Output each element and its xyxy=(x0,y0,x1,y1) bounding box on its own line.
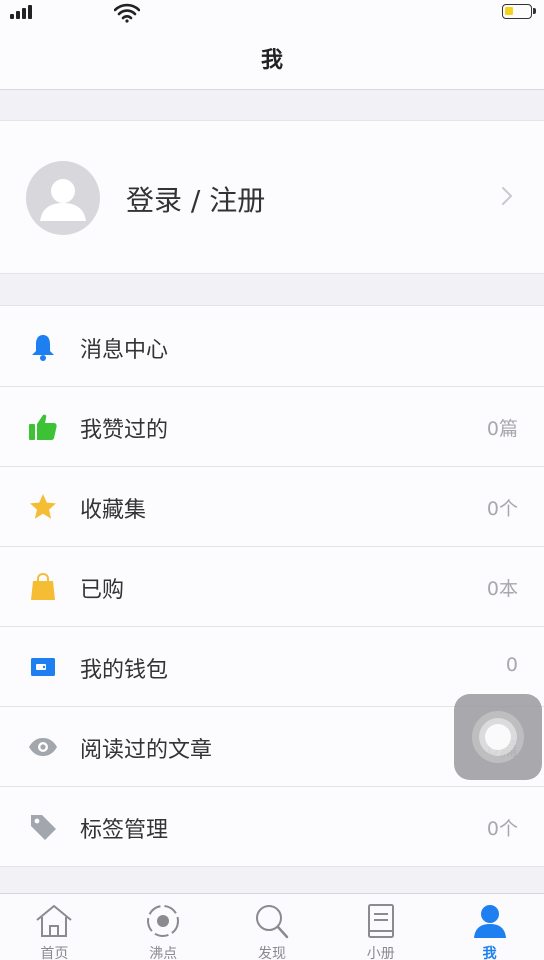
menu-item-liked[interactable]: 我赞过的 0篇 xyxy=(0,386,544,466)
star-icon xyxy=(30,494,56,519)
wifi-icon xyxy=(114,3,140,23)
tab-pins[interactable]: 沸点 xyxy=(109,894,218,960)
menu-item-tags[interactable]: 标签管理 0个 xyxy=(0,786,544,866)
menu-item-label: 已购 xyxy=(80,578,125,603)
status-bar xyxy=(0,0,544,26)
tab-me[interactable]: 我 xyxy=(435,894,544,960)
wallet-icon xyxy=(31,658,55,676)
menu-item-collections[interactable]: 收藏集 0个 xyxy=(0,466,544,546)
tab-discover[interactable]: 发现 xyxy=(218,894,327,960)
tab-label: 沸点 xyxy=(149,946,178,960)
menu-item-label: 我赞过的 xyxy=(80,418,169,443)
nav-bar: 我 xyxy=(0,26,544,90)
battery-icon xyxy=(502,4,536,19)
home-icon xyxy=(36,905,73,937)
tab-label: 发现 xyxy=(257,946,286,960)
menu-item-wallet[interactable]: 我的钱包 0 xyxy=(0,626,544,706)
login-row[interactable]: 登录 / 注册 xyxy=(0,120,544,274)
menu-item-value: 0篇 xyxy=(486,418,518,440)
eye-icon xyxy=(29,738,57,756)
tab-label: 我 xyxy=(482,946,497,960)
assistive-touch-button[interactable] xyxy=(454,694,542,780)
tab-label: 首页 xyxy=(40,946,69,960)
tag-icon xyxy=(31,815,56,840)
menu-item-purchased[interactable]: 已购 0本 xyxy=(0,546,544,626)
menu-item-value: 0个 xyxy=(486,818,518,840)
menu-item-label: 消息中心 xyxy=(80,338,169,363)
tab-home[interactable]: 首页 xyxy=(0,894,109,960)
menu-item-messages[interactable]: 消息中心 xyxy=(0,306,544,386)
menu-item-label: 收藏集 xyxy=(80,498,147,523)
login-register-label: 登录 / 注册 xyxy=(126,184,266,217)
menu-item-value: 0本 xyxy=(486,578,518,600)
book-icon xyxy=(367,904,394,938)
avatar-placeholder-icon xyxy=(26,161,100,235)
pins-icon xyxy=(147,905,180,937)
menu-item-value: 0个 xyxy=(486,498,518,520)
menu-item-label: 我的钱包 xyxy=(80,658,169,683)
signal-icon xyxy=(10,5,36,19)
menu-item-label: 阅读过的文章 xyxy=(80,738,213,763)
menu-list: 消息中心 我赞过的 0篇 收藏集 0个 已购 0本 我的钱包 0 阅读过的文章 … xyxy=(0,305,544,867)
tab-booklet[interactable]: 小册 xyxy=(326,894,435,960)
chevron-right-icon xyxy=(502,187,513,205)
person-icon xyxy=(473,905,506,938)
menu-item-value: 0 xyxy=(505,654,518,676)
shopping-bag-icon xyxy=(31,572,55,600)
tab-bar: 首页 沸点 发现 小册 我 xyxy=(0,893,544,960)
search-icon xyxy=(255,905,289,939)
page-title: 我 xyxy=(260,47,283,73)
thumbs-up-icon xyxy=(29,414,57,440)
menu-item-label: 标签管理 xyxy=(80,818,169,843)
bell-icon xyxy=(32,335,54,361)
tab-label: 小册 xyxy=(366,946,395,960)
